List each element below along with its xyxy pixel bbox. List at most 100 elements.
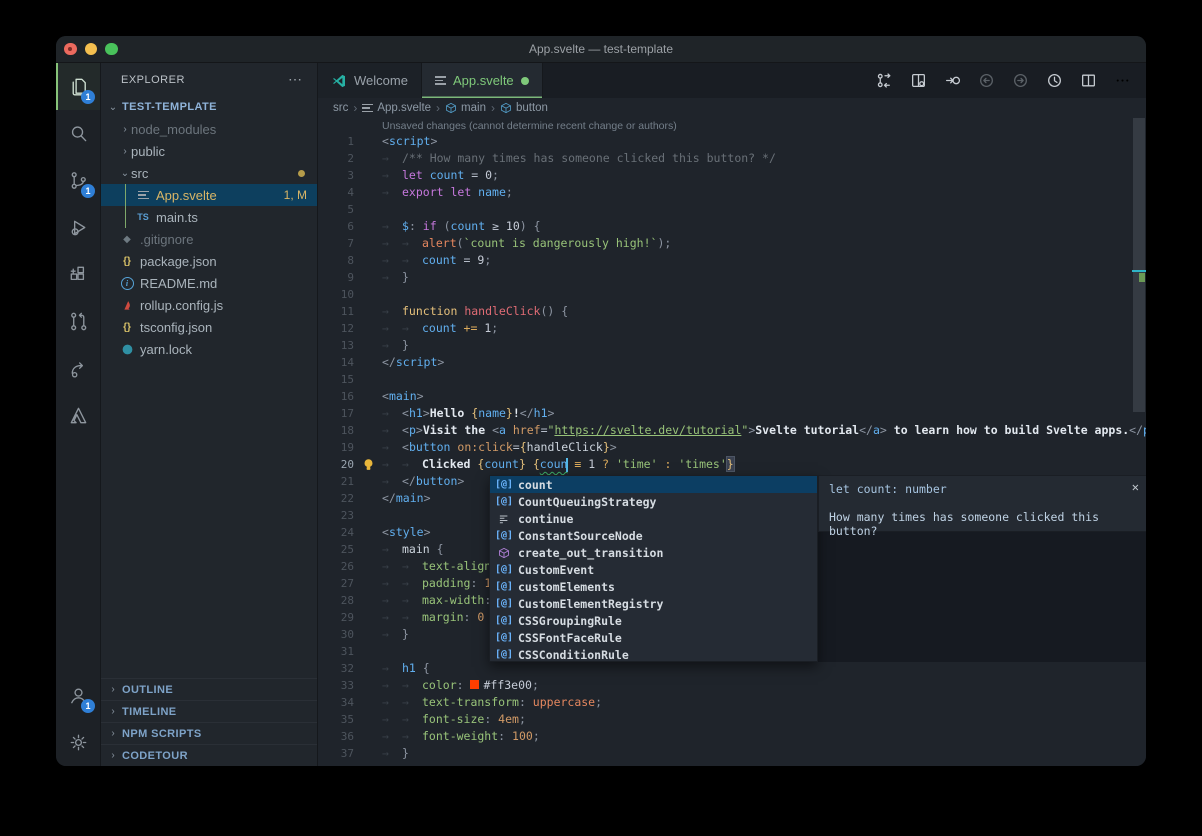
lightbulb-icon[interactable] <box>362 458 375 471</box>
code-line[interactable]: 14</script> <box>318 354 1146 371</box>
tab-app-svelte[interactable]: App.svelte <box>422 63 543 98</box>
code-line[interactable]: 34→→text-transform: uppercase; <box>318 694 1146 711</box>
suggestion-item-continue[interactable]: continue <box>490 510 817 527</box>
color-swatch[interactable] <box>470 680 479 689</box>
more-actions-icon[interactable] <box>1110 69 1134 93</box>
sidebar-section-timeline[interactable]: ›TIMELINE <box>101 700 317 722</box>
code-line[interactable]: 5 <box>318 201 1146 218</box>
titlebar[interactable]: App.svelte — test-template <box>56 36 1146 63</box>
code-line[interactable]: 17→<h1>Hello {name}!</h1> <box>318 405 1146 422</box>
activity-item-source-control-icon[interactable]: 1 <box>56 157 100 204</box>
tree-item--gitignore[interactable]: ◆.gitignore <box>101 228 317 250</box>
suggestion-item-customelements[interactable]: [@]customElements <box>490 578 817 595</box>
split-editor-icon[interactable] <box>1076 69 1100 93</box>
tree-item-yarn-lock[interactable]: yarn.lock <box>101 338 317 360</box>
tree-item-public[interactable]: ›public <box>101 140 317 162</box>
code-line[interactable]: 8→→count = 9; <box>318 252 1146 269</box>
code-line[interactable]: 7→→alert(`count is dangerously high!`); <box>318 235 1146 252</box>
file-history-icon[interactable] <box>1042 69 1066 93</box>
tree-item-tsconfig-json[interactable]: {}tsconfig.json <box>101 316 317 338</box>
breadcrumb-item-button[interactable]: button <box>500 102 548 114</box>
breadcrumb-item-src[interactable]: src <box>333 102 348 114</box>
code-line-content: →/** How many times has someone clicked … <box>382 150 776 167</box>
activity-item-extensions-icon[interactable] <box>56 251 100 298</box>
code-line[interactable]: 16<main> <box>318 388 1146 405</box>
suggestion-label: count <box>518 478 553 492</box>
code-line[interactable]: 9→} <box>318 269 1146 286</box>
line-number: 13 <box>318 337 354 354</box>
tree-item-src[interactable]: ⌄src <box>101 162 317 184</box>
code-line[interactable]: 33→→color: #ff3e00; <box>318 677 1146 694</box>
sidebar-section-outline[interactable]: ›OUTLINE <box>101 678 317 700</box>
sidebar-section-npm-scripts[interactable]: ›NPM SCRIPTS <box>101 722 317 744</box>
activity-item-search-icon[interactable] <box>56 110 100 157</box>
line-number: 16 <box>318 388 354 405</box>
line-number: 24 <box>318 524 354 541</box>
code-line[interactable]: 4→export let name; <box>318 184 1146 201</box>
compare-changes-icon[interactable] <box>872 69 896 93</box>
activity-item-github-pr-icon[interactable] <box>56 298 100 345</box>
close-icon[interactable]: ✕ <box>1132 480 1139 494</box>
code-line[interactable]: 35→→font-size: 4em; <box>318 711 1146 728</box>
tree-item-main-ts[interactable]: TSmain.ts <box>101 206 317 228</box>
activity-item-explorer-icon[interactable]: 1 <box>56 63 100 110</box>
code-line[interactable]: 15 <box>318 371 1146 388</box>
code-line[interactable]: 19→<button on:click={handleClick}> <box>318 439 1146 456</box>
suggestion-item-cssconditionrule[interactable]: [@]CSSConditionRule <box>490 646 817 663</box>
sidebar-section-codetour[interactable]: ›CODETOUR <box>101 744 317 766</box>
code-line[interactable]: 20→→Clicked {count} {coun ≡ 1 ? 'time' :… <box>318 456 1146 473</box>
code-line[interactable]: 12→→count += 1; <box>318 320 1146 337</box>
suggestion-item-customelementregistry[interactable]: [@]CustomElementRegistry <box>490 595 817 612</box>
tree-root-test-template[interactable]: ⌄ TEST-TEMPLATE <box>101 96 317 118</box>
line-number: 5 <box>318 201 354 218</box>
activity-item-settings-icon[interactable] <box>56 719 100 766</box>
overview-ruler-cursor-marker <box>1132 270 1146 272</box>
tree-item-app-svelte[interactable]: App.svelte1, M <box>101 184 317 206</box>
breadcrumb-item-main[interactable]: main <box>445 102 486 114</box>
navigate-back-icon[interactable] <box>940 69 964 93</box>
code-line[interactable]: 37→} <box>318 745 1146 762</box>
suggestion-item-cssfontfacerule[interactable]: [@]CSSFontFaceRule <box>490 629 817 646</box>
code-line[interactable]: 2→/** How many times has someone clicked… <box>318 150 1146 167</box>
chevron-right-icon: › <box>119 124 131 135</box>
explorer-more-actions-icon[interactable]: ⋯ <box>288 71 303 88</box>
suggestion-item-count[interactable]: [@]count <box>490 476 817 493</box>
gitlens-blame-annotation[interactable]: Unsaved changes (cannot determine recent… <box>382 120 677 132</box>
breadcrumb-item-app-svelte[interactable]: App.svelte <box>362 102 431 114</box>
code-line-content: <style> <box>382 524 431 541</box>
tree-item-package-json[interactable]: {}package.json <box>101 250 317 272</box>
symbol-variable-icon: [@] <box>494 615 514 626</box>
code-line-content: <script> <box>382 133 437 150</box>
suggestion-item-constantsourcenode[interactable]: [@]ConstantSourceNode <box>490 527 817 544</box>
tab-welcome[interactable]: Welcome <box>318 63 422 98</box>
code-line[interactable]: 6→$: if (count ≥ 10) { <box>318 218 1146 235</box>
code-editor[interactable]: Unsaved changes (cannot determine recent… <box>318 118 1146 766</box>
suggestion-item-cssgroupingrule[interactable]: [@]CSSGroupingRule <box>490 612 817 629</box>
code-line[interactable]: 11→function handleClick() { <box>318 303 1146 320</box>
code-line[interactable]: 13→} <box>318 337 1146 354</box>
activity-item-live-share-icon[interactable] <box>56 345 100 392</box>
activity-item-run-debug-icon[interactable] <box>56 204 100 251</box>
code-line[interactable]: 36→→font-weight: 100; <box>318 728 1146 745</box>
tree-item-readme-md[interactable]: iREADME.md <box>101 272 317 294</box>
breadcrumb-label: App.svelte <box>377 102 431 114</box>
suggestion-item-create_out_transition[interactable]: create_out_transition <box>490 544 817 561</box>
breadcrumb-separator-icon: › <box>436 101 440 115</box>
line-number: 33 <box>318 677 354 694</box>
tree-item-rollup-config-js[interactable]: rollup.config.js <box>101 294 317 316</box>
tab-bar: WelcomeApp.svelte <box>318 63 1146 98</box>
code-line[interactable]: 1<script> <box>318 133 1146 150</box>
activity-item-accounts-icon[interactable]: 1 <box>56 672 100 719</box>
code-line[interactable]: 3→let count = 0; <box>318 167 1146 184</box>
code-line[interactable]: 18→<p>Visit the <a href="https://svelte.… <box>318 422 1146 439</box>
open-preview-icon[interactable] <box>906 69 930 93</box>
code-line[interactable]: 10 <box>318 286 1146 303</box>
activity-item-azure-icon[interactable] <box>56 392 100 439</box>
code-line-content: →→alert(`count is dangerously high!`); <box>382 235 671 252</box>
scrollbar-thumb[interactable] <box>1133 118 1145 412</box>
tree-item-node-modules[interactable]: ›node_modules <box>101 118 317 140</box>
section-label: TIMELINE <box>122 706 177 718</box>
suggestion-item-customevent[interactable]: [@]CustomEvent <box>490 561 817 578</box>
symbol-cube-icon <box>500 102 512 114</box>
suggestion-item-countqueuingstrategy[interactable]: [@]CountQueuingStrategy <box>490 493 817 510</box>
